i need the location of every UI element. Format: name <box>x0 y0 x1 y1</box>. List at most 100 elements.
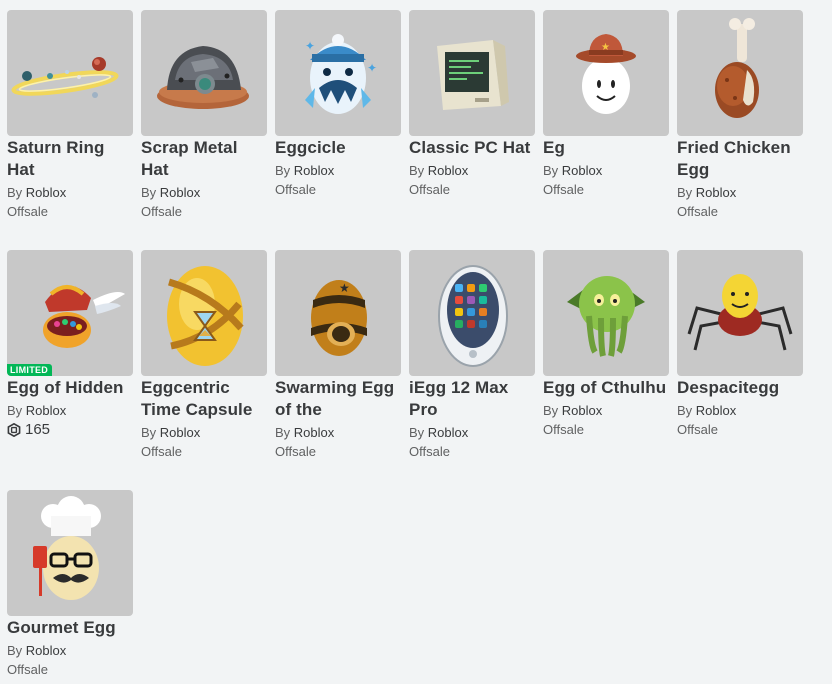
item-card[interactable]: Gourmet Egg By Roblox Offsale <box>7 490 133 678</box>
item-card[interactable]: Fried Chicken Egg By Roblox Offsale <box>677 10 803 220</box>
creator-link[interactable]: Roblox <box>294 163 334 178</box>
creator-by-label: By <box>543 163 559 178</box>
item-name[interactable]: Saturn Ring Hat <box>7 137 133 181</box>
item-price: Offsale <box>677 204 718 219</box>
creator-link[interactable]: Roblox <box>26 185 66 200</box>
item-name[interactable]: Egg of Hidden <box>7 377 133 399</box>
item-thumbnail[interactable] <box>141 250 267 376</box>
svg-text:★: ★ <box>339 281 350 295</box>
eg-egg-icon: ★ <box>576 34 636 114</box>
creator-link[interactable]: Roblox <box>294 425 334 440</box>
creator-link[interactable]: Roblox <box>160 425 200 440</box>
iegg-icon <box>438 265 508 367</box>
item-name[interactable]: Scrap Metal Hat <box>141 137 267 181</box>
eggcicle-icon: ✦ ✦ <box>305 34 377 114</box>
item-thumbnail[interactable]: ✦ ✦ <box>275 10 401 136</box>
item-thumbnail[interactable] <box>677 10 803 136</box>
item-name[interactable]: Fried Chicken Egg <box>677 137 803 181</box>
creator-by-label: By <box>409 163 425 178</box>
creator-by-label: By <box>275 163 291 178</box>
item-thumbnail[interactable] <box>677 250 803 376</box>
eggcentric-time-capsule-icon <box>167 266 244 366</box>
creator-link[interactable]: Roblox <box>26 403 66 418</box>
item-card[interactable]: iEgg 12 Max Pro By Roblox Offsale <box>409 250 535 460</box>
creator-link[interactable]: Roblox <box>160 185 200 200</box>
item-card[interactable]: ★ Swarming Egg of the By Roblox Offsale <box>275 250 401 460</box>
item-name[interactable]: Egg of Cthulhu <box>543 377 669 399</box>
creator-by-label: By <box>7 643 23 658</box>
item-price: 165 <box>7 421 133 439</box>
item-thumbnail[interactable]: LIMITED <box>7 250 133 376</box>
item-price: Offsale <box>409 444 450 459</box>
item-card[interactable]: Scrap Metal Hat By Roblox Offsale <box>141 10 267 220</box>
creator-by-label: By <box>7 403 23 418</box>
item-creator: By Roblox <box>275 424 401 441</box>
robux-price: 165 <box>25 421 51 438</box>
creator-link[interactable]: Roblox <box>26 643 66 658</box>
scrap-metal-hat-icon <box>157 46 249 109</box>
item-creator: By Roblox <box>677 184 803 201</box>
creator-by-label: By <box>275 425 291 440</box>
item-card[interactable]: ★ Eg By Roblox Offsale <box>543 10 669 198</box>
item-card[interactable]: Eggcentric Time Capsule By Roblox Offsal… <box>141 250 267 460</box>
item-thumbnail[interactable] <box>141 10 267 136</box>
item-thumbnail[interactable] <box>409 250 535 376</box>
creator-by-label: By <box>141 185 157 200</box>
item-price: Offsale <box>7 204 48 219</box>
creator-by-label: By <box>141 425 157 440</box>
item-card[interactable]: LIMITED Egg of Hidden By Roblox 165 <box>7 250 133 439</box>
item-name[interactable]: Eg <box>543 137 669 159</box>
egg-of-hidden-icon <box>43 285 125 348</box>
item-creator: By Roblox <box>7 184 133 201</box>
item-creator: By Roblox <box>409 424 535 441</box>
creator-link[interactable]: Roblox <box>428 425 468 440</box>
item-name[interactable]: iEgg 12 Max Pro <box>409 377 535 421</box>
item-thumbnail[interactable] <box>409 10 535 136</box>
item-thumbnail[interactable] <box>7 10 133 136</box>
item-thumbnail[interactable] <box>543 250 669 376</box>
item-price: Offsale <box>543 422 584 437</box>
saturn-ring-hat-icon <box>11 57 119 98</box>
fried-chicken-egg-icon <box>715 18 759 118</box>
item-card[interactable]: ✦ ✦ Eggcicle By Roblox Offsale <box>275 10 401 198</box>
item-name[interactable]: Despacitegg <box>677 377 803 399</box>
svg-text:✦: ✦ <box>367 61 377 75</box>
item-price: Offsale <box>543 182 584 197</box>
item-name[interactable]: Eggcentric Time Capsule <box>141 377 267 421</box>
item-card[interactable]: Classic PC Hat By Roblox Offsale <box>409 10 535 198</box>
item-creator: By Roblox <box>7 402 133 419</box>
creator-link[interactable]: Roblox <box>562 163 602 178</box>
creator-link[interactable]: Roblox <box>428 163 468 178</box>
item-creator: By Roblox <box>141 184 267 201</box>
robux-icon <box>7 423 21 437</box>
creator-link[interactable]: Roblox <box>696 185 736 200</box>
item-creator: By Roblox <box>543 162 669 179</box>
item-card[interactable]: Despacitegg By Roblox Offsale <box>677 250 803 438</box>
despacitegg-icon <box>687 274 793 351</box>
creator-by-label: By <box>677 403 693 418</box>
item-card[interactable]: Egg of Cthulhu By Roblox Offsale <box>543 250 669 438</box>
creator-link[interactable]: Roblox <box>696 403 736 418</box>
egg-of-cthulhu-icon <box>567 276 645 357</box>
item-name[interactable]: Classic PC Hat <box>409 137 535 159</box>
item-thumbnail[interactable]: ★ <box>275 250 401 376</box>
item-creator: By Roblox <box>275 162 401 179</box>
item-name[interactable]: Gourmet Egg <box>7 617 133 639</box>
item-creator: By Roblox <box>677 402 803 419</box>
creator-link[interactable]: Roblox <box>562 403 602 418</box>
item-price: Offsale <box>275 182 316 197</box>
item-price: Offsale <box>141 204 182 219</box>
item-price: Offsale <box>409 182 450 197</box>
item-creator: By Roblox <box>7 642 133 659</box>
creator-by-label: By <box>543 403 559 418</box>
item-name[interactable]: Swarming Egg of the <box>275 377 401 421</box>
item-card[interactable]: Saturn Ring Hat By Roblox Offsale <box>7 10 133 220</box>
svg-text:★: ★ <box>601 42 610 53</box>
gourmet-egg-icon <box>33 496 101 600</box>
item-creator: By Roblox <box>409 162 535 179</box>
item-name[interactable]: Eggcicle <box>275 137 401 159</box>
item-thumbnail[interactable] <box>7 490 133 616</box>
creator-by-label: By <box>7 185 23 200</box>
item-price: Offsale <box>7 662 48 677</box>
item-thumbnail[interactable]: ★ <box>543 10 669 136</box>
